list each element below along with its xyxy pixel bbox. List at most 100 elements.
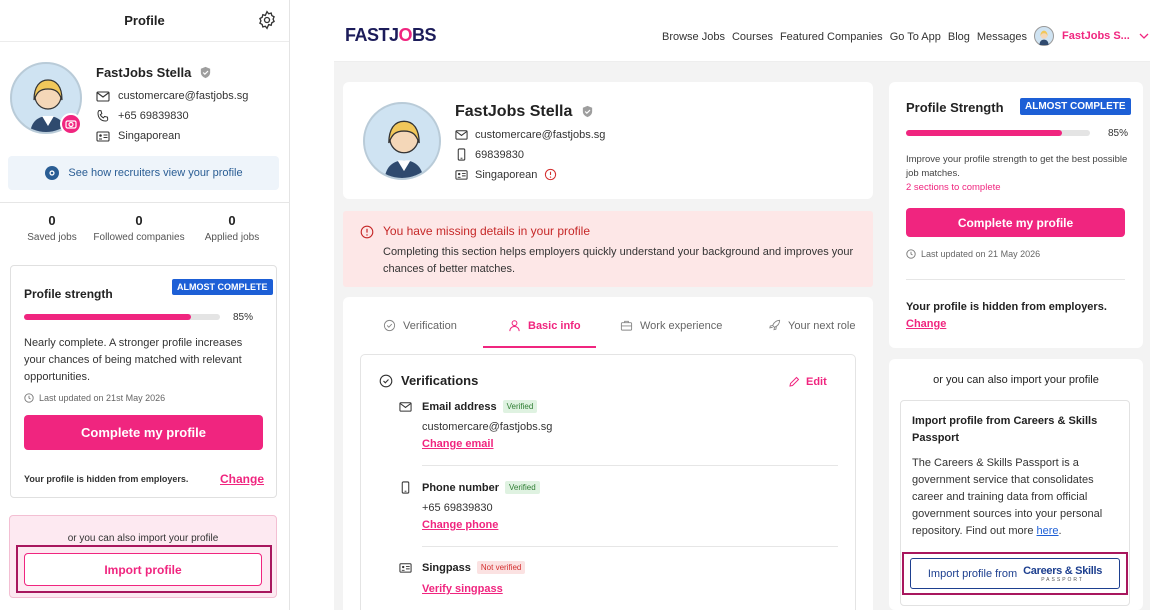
verify-singpass-link[interactable]: Verify singpass	[422, 583, 525, 595]
import-profile-button[interactable]: Import profile	[24, 553, 262, 586]
nav-browse-jobs[interactable]: Browse Jobs	[662, 31, 725, 43]
camera-icon[interactable]	[60, 113, 82, 135]
profile-strength-percent: 85%	[1108, 128, 1129, 139]
sections-to-complete: 2 sections to complete	[906, 182, 1001, 193]
import-profile-panel: or you can also import your profile Impo…	[889, 359, 1143, 610]
profile-strength-percent: 85%	[233, 312, 254, 323]
verifications-card: Verifications Edit Email address Verifie…	[360, 354, 856, 610]
complete-profile-button[interactable]: Complete my profile	[24, 415, 263, 450]
pencil-icon	[789, 376, 800, 387]
gear-icon[interactable]	[257, 10, 277, 30]
phone-value: +65 69839830	[422, 502, 493, 514]
nav-featured-companies[interactable]: Featured Companies	[780, 31, 883, 43]
stat-label: Followed companies	[93, 232, 185, 243]
profile-strength-fill	[906, 130, 1063, 136]
last-updated-text: Last updated on 21st May 2026	[39, 393, 166, 403]
import-prompt: or you can also import your profile	[67, 533, 219, 544]
chevron-down-icon	[1139, 33, 1149, 39]
alert-title: You have missing details in your profile	[383, 224, 591, 238]
mobile-header: Profile	[0, 0, 289, 42]
phone-row: +65 69839830	[96, 109, 189, 123]
see-recruiter-view-link[interactable]: See how recruiters view your profile	[8, 156, 279, 190]
email-row: customercare@fastjobs.sg	[455, 128, 605, 141]
csp-import-title: Import profile from Careers & Skills Pas…	[912, 415, 1098, 444]
nav-links: Browse Jobs Courses Featured Companies G…	[662, 31, 1034, 43]
phone-text: 69839830	[475, 148, 524, 161]
almost-complete-badge: ALMOST COMPLETE	[1020, 98, 1131, 115]
profile-strength-card: ALMOST COMPLETE Profile strength 85% Nea…	[10, 265, 277, 498]
phone-label-text: Phone number	[422, 481, 500, 494]
profile-strength-title: Profile Strength	[906, 100, 1004, 115]
not-verified-badge: Not verified	[476, 561, 526, 574]
logo-text-start: FASTJ	[345, 25, 399, 45]
user-menu[interactable]: FastJobs S...	[1034, 26, 1150, 46]
tab-label: Verification	[403, 319, 457, 332]
mobile-profile-panel: Profile FastJobs Stella customercare@fas…	[0, 0, 290, 610]
profile-avatar[interactable]	[363, 102, 441, 180]
profile-strength-description: Improve your profile strength to get the…	[906, 154, 1128, 179]
last-updated: Last updated on 21 May 2026	[906, 249, 1040, 259]
csp-description-end: .	[1058, 525, 1062, 537]
singpass-verification-label: Singpass Not verified	[399, 561, 526, 574]
complete-profile-button[interactable]: Complete my profile	[906, 208, 1125, 237]
nationality-row: Singaporean	[455, 168, 564, 181]
fastjobs-logo[interactable]: FASTJOBS	[345, 25, 437, 46]
tab-verification[interactable]: Verification	[383, 319, 457, 332]
find-out-more-link[interactable]: here	[1037, 525, 1059, 537]
divider	[906, 279, 1125, 280]
nav-courses[interactable]: Courses	[732, 31, 773, 43]
change-phone-link[interactable]: Change phone	[422, 519, 540, 531]
stat-saved-jobs[interactable]: 0 Saved jobs	[22, 213, 82, 243]
change-visibility-link[interactable]: Change	[220, 472, 264, 486]
stat-followed-companies[interactable]: 0 Followed companies	[88, 213, 190, 243]
tab-basic-info[interactable]: Basic info	[508, 319, 581, 332]
nav-go-to-app[interactable]: Go To App	[890, 31, 941, 43]
tab-label: Work experience	[640, 319, 723, 332]
nationality-text: Singaporean	[475, 168, 538, 181]
alert-body: Completing this section helps employers …	[383, 246, 854, 275]
verified-shield-icon	[200, 66, 211, 79]
tab-label: Basic info	[528, 319, 581, 332]
email-icon	[455, 130, 468, 140]
id-card-icon	[399, 563, 412, 573]
id-card-icon	[455, 170, 468, 180]
shield-check-icon	[379, 374, 393, 387]
phone-verification-row: Phone number Verified +65 69839830 Chang…	[401, 481, 540, 531]
screen: Profile FastJobs Stella customercare@fas…	[0, 0, 1150, 610]
profile-strength-description: Nearly complete. A stronger profile incr…	[24, 337, 243, 383]
verified-badge: Verified	[505, 481, 540, 494]
logo-text-o: O	[398, 25, 413, 45]
tab-next-role[interactable]: Your next role	[768, 319, 855, 332]
nav-messages[interactable]: Messages	[977, 31, 1027, 43]
verifications-heading: Verifications	[379, 373, 478, 388]
user-name: FastJobs S...	[1062, 30, 1130, 42]
stat-value: 0	[48, 213, 56, 228]
email-row: customercare@fastjobs.sg	[96, 89, 248, 103]
nationality-row: Singaporean	[96, 129, 180, 143]
stat-applied-jobs[interactable]: 0 Applied jobs	[198, 213, 266, 243]
phone-row: 69839830	[455, 148, 524, 161]
email-text: customercare@fastjobs.sg	[118, 90, 249, 102]
import-from-csp-button[interactable]: Import profile from Careers & Skills PAS…	[910, 558, 1120, 589]
change-email-link[interactable]: Change email	[422, 438, 552, 450]
nav-blog[interactable]: Blog	[948, 31, 970, 43]
desktop-profile-view: FASTJOBS Browse Jobs Courses Featured Co…	[334, 0, 1150, 610]
clock-icon	[24, 393, 34, 403]
warning-icon	[545, 168, 557, 181]
email-verification-label: Email address Verified	[399, 400, 552, 413]
person-icon	[509, 320, 520, 332]
profile-strength-bar	[906, 130, 1090, 136]
profile-strength-bar	[24, 314, 220, 320]
stat-value: 0	[228, 213, 236, 228]
tab-work-experience[interactable]: Work experience	[620, 319, 722, 332]
edit-button[interactable]: Edit	[788, 376, 827, 388]
verifications-title: Verifications	[401, 373, 479, 388]
csp-import-description: The Careers & Skills Passport is a gover…	[912, 455, 1117, 540]
warning-icon	[360, 225, 374, 239]
singpass-label-text: Singpass	[422, 561, 471, 574]
stat-value: 0	[135, 213, 143, 228]
tab-label: Your next role	[788, 319, 856, 332]
briefcase-icon	[620, 320, 633, 331]
change-visibility-link[interactable]: Change	[906, 318, 946, 330]
profile-strength-title: Profile strength	[24, 287, 113, 301]
